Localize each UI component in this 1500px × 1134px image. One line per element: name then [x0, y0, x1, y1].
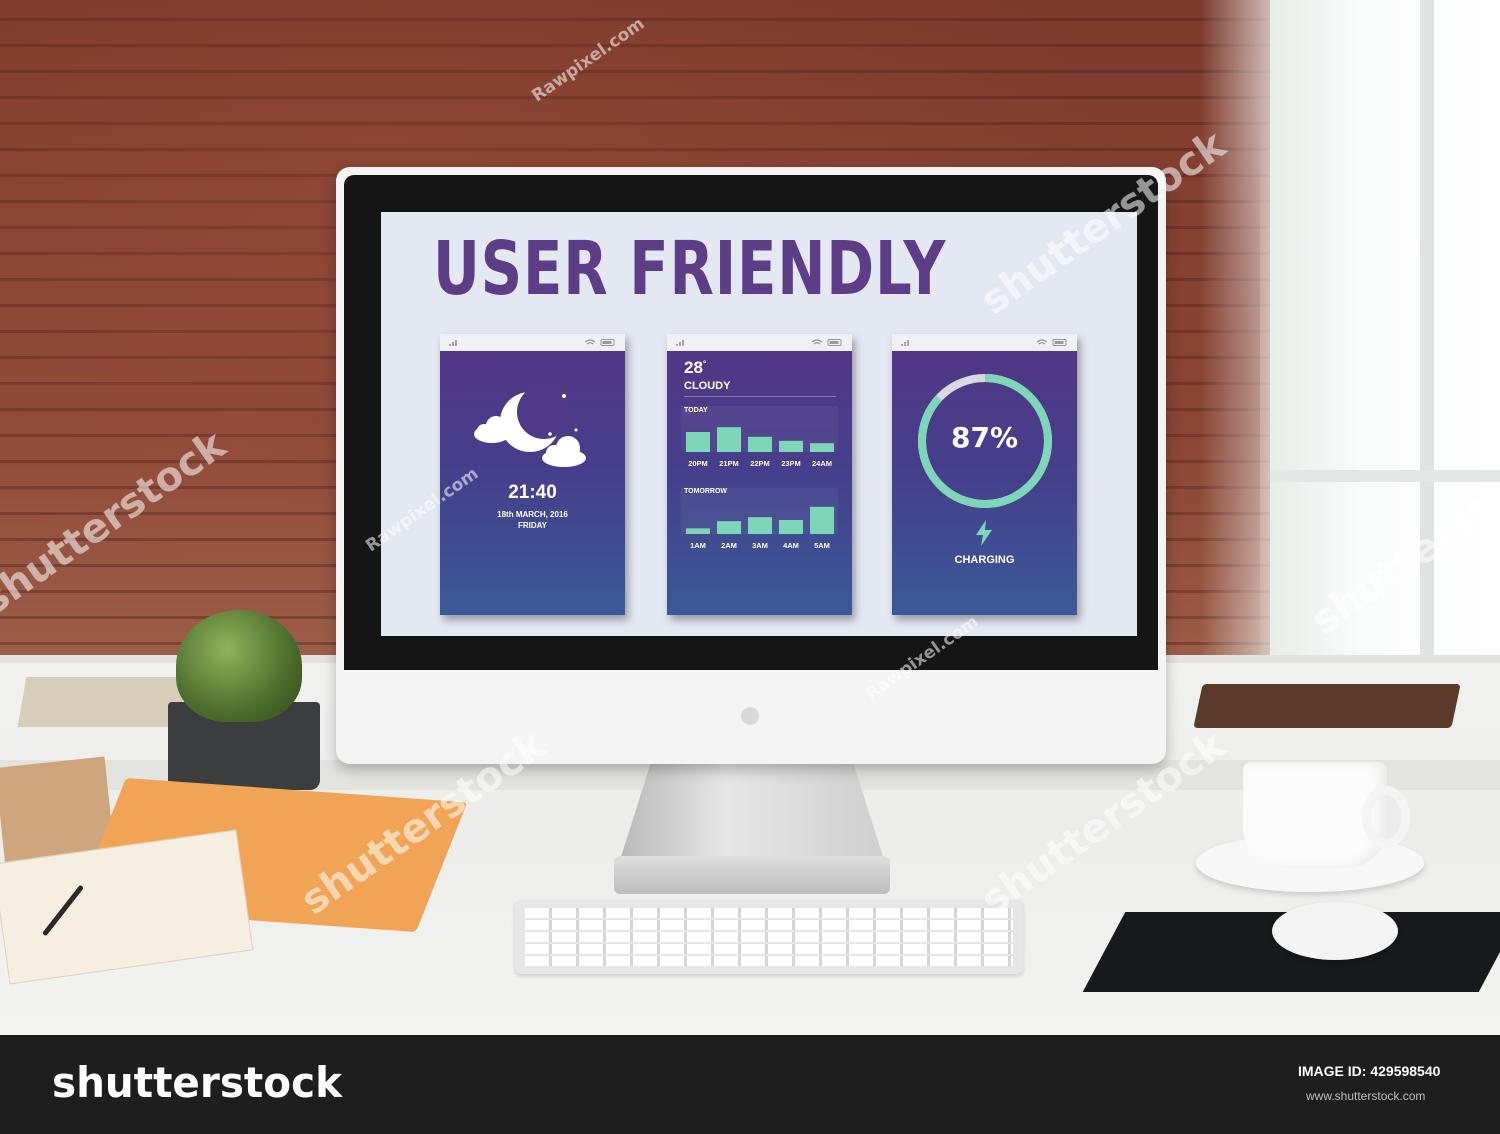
today-time-label: 20PM	[688, 459, 708, 468]
status-bar	[892, 334, 1077, 351]
today-time-label: 23PM	[781, 459, 801, 468]
today-bar	[810, 443, 834, 452]
photo-background: USER FRIENDLY 21:40 18th MARCH, 2016 FRI…	[0, 0, 1500, 1035]
tomorrow-time-label: 2AM	[721, 541, 737, 550]
monitor-stand	[620, 760, 884, 860]
status-bar	[440, 334, 625, 351]
clock-date: 18th MARCH, 2016	[497, 510, 568, 519]
signal-icon	[449, 340, 457, 346]
today-bar	[717, 427, 741, 452]
footer-bar: shutterstock IMAGE ID: 429598540 www.shu…	[0, 1035, 1500, 1134]
tomorrow-time-label: 5AM	[814, 541, 830, 550]
tomorrow-time-label: 3AM	[752, 541, 768, 550]
shutterstock-logo-text: shutterstock	[52, 1058, 343, 1107]
today-bar	[779, 440, 803, 452]
paper-tray	[17, 677, 187, 727]
tomorrow-time-label: 1AM	[690, 541, 706, 550]
tomorrow-bar	[810, 506, 834, 534]
lightning-bolt-icon	[976, 520, 992, 546]
window-frame	[1420, 0, 1434, 690]
tomorrow-bar	[779, 520, 803, 534]
battery-card[interactable]: 87% CHARGING	[892, 334, 1077, 615]
wifi-battery-icon	[584, 339, 615, 346]
signal-icon	[901, 340, 909, 346]
today-time-label: 22PM	[750, 459, 770, 468]
computer-mouse	[1272, 902, 1398, 960]
image-id: IMAGE ID: 429598540	[1298, 1063, 1441, 1079]
today-bar	[748, 436, 772, 452]
weather-bar-charts: 20PM 21PM 22PM 23PM 24AM 1AM 2AM 3AM 4AM 5AM	[681, 406, 838, 550]
site-url: www.shutterstock.com	[1306, 1089, 1426, 1103]
tomorrow-bar	[748, 517, 772, 534]
tomorrow-bar	[686, 528, 710, 534]
tomorrow-time-label: 4AM	[783, 541, 799, 550]
weather-card[interactable]: 28° CLOUDY TODAY TOMORROW 20PM21PM22PM23…	[667, 334, 852, 615]
cup-handle	[1362, 786, 1410, 848]
monitor-logo	[741, 707, 759, 725]
monitor-stand-base	[614, 856, 890, 894]
headline: USER FRIENDLY	[433, 226, 947, 312]
wifi-battery-icon	[1036, 339, 1067, 346]
keyboard-keys	[525, 908, 1013, 966]
tomorrow-bar	[717, 521, 741, 534]
today-time-label: 24AM	[812, 459, 832, 468]
clock-day: FRIDAY	[517, 521, 548, 530]
today-bar	[686, 432, 710, 452]
today-time-label: 21PM	[719, 459, 739, 468]
moon-clouds-icon	[474, 385, 586, 467]
shutterstock-logo: shutterstock	[52, 1058, 343, 1107]
charging-status: CHARGING	[954, 554, 1015, 566]
keyboard	[515, 900, 1023, 974]
battery-percent: 87%	[950, 421, 1019, 454]
leather-wallet	[1193, 684, 1461, 728]
cactus-plant	[176, 610, 302, 722]
window-frame	[1270, 470, 1500, 482]
